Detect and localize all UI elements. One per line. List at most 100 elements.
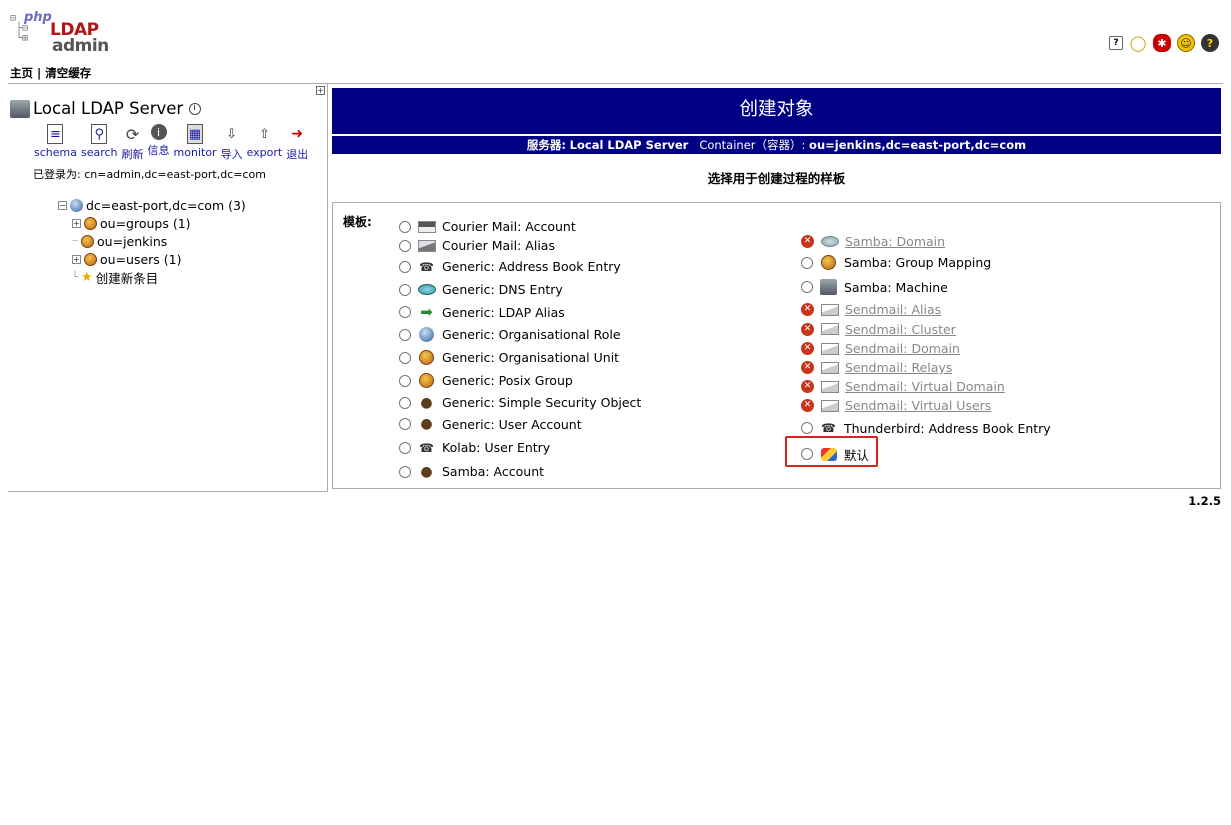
tree-connector: └	[72, 271, 79, 283]
tree-node-label[interactable]: ou=users (1)	[100, 252, 182, 267]
template-label-text[interactable]: Generic: Organisational Unit	[442, 350, 619, 365]
collapse-sidebar-icon[interactable]: +	[316, 86, 325, 95]
expand-node-icon[interactable]: +	[72, 218, 81, 228]
template-radio[interactable]	[399, 306, 411, 318]
template-option-disabled: ✕ Samba: Domain	[801, 231, 1051, 251]
template-radio[interactable]	[399, 260, 411, 273]
template-option[interactable]: Generic: Organisational Role	[399, 323, 641, 346]
template-label-text[interactable]: Generic: Organisational Role	[442, 327, 621, 342]
template-label-text[interactable]: Courier Mail: Account	[442, 219, 576, 234]
org-unit-icon	[84, 252, 97, 266]
template-radio[interactable]	[801, 281, 813, 293]
star-icon: ★	[81, 269, 93, 285]
export-icon: ⇧	[258, 126, 270, 142]
template-option[interactable]: Courier Mail: Alias	[399, 236, 641, 255]
template-label-text[interactable]: Thunderbird: Address Book Entry	[844, 421, 1051, 436]
template-label-text[interactable]: Generic: LDAP Alias	[442, 305, 565, 320]
template-label-text[interactable]: Samba: Machine	[844, 280, 948, 295]
collapse-node-icon[interactable]: −	[58, 200, 67, 210]
template-radio[interactable]	[399, 328, 411, 341]
question-icon[interactable]: ?	[1201, 34, 1219, 52]
template-label-text: Sendmail: Alias	[845, 302, 942, 317]
template-label-text: Sendmail: Virtual Users	[845, 398, 992, 413]
tree-node-create-new[interactable]: └ ★ 创建新条目	[58, 268, 246, 286]
template-label-text[interactable]: Courier Mail: Alias	[442, 238, 555, 253]
tool-import[interactable]: ⇩ 导入	[221, 124, 243, 162]
template-radio[interactable]	[399, 283, 411, 296]
server-sidebar: + Local LDAP Server ≡ schema ⚲ search ⟳ 刷新 …	[8, 84, 328, 492]
mail-icon	[820, 321, 839, 337]
template-radio[interactable]	[399, 418, 411, 430]
template-option[interactable]: ● Generic: Simple Security Object	[399, 392, 641, 413]
template-radio[interactable]	[801, 256, 813, 269]
template-option[interactable]: Generic: Organisational Unit	[399, 346, 641, 369]
tree-node-users[interactable]: + ou=users (1)	[58, 250, 246, 268]
template-option[interactable]: Samba: Group Mapping	[801, 251, 1051, 274]
help-icon[interactable]: ?	[1109, 36, 1123, 50]
error-icon: ✕	[801, 322, 814, 336]
template-radio[interactable]	[399, 374, 411, 387]
template-option[interactable]: Samba: Machine	[801, 274, 1051, 300]
org-unit-icon	[84, 216, 97, 230]
tree-node-label[interactable]: ou=jenkins	[97, 234, 167, 249]
smiley-icon[interactable]: ☺	[1177, 34, 1195, 52]
template-label-text[interactable]: Generic: User Account	[442, 417, 582, 432]
template-label-text[interactable]: Samba: Account	[442, 464, 544, 479]
tree-node-label[interactable]: 创建新条目	[96, 268, 159, 287]
template-option[interactable]: ☎ Kolab: User Entry	[399, 435, 641, 460]
template-label-text[interactable]: Generic: DNS Entry	[442, 282, 563, 297]
tree-node-jenkins[interactable]: ┈ ou=jenkins	[58, 232, 246, 250]
template-option-disabled: ✕ Sendmail: Domain	[801, 339, 1051, 358]
template-label-text[interactable]: Generic: Address Book Entry	[442, 259, 621, 274]
tool-info[interactable]: i 信息	[148, 124, 170, 162]
tree-root-node[interactable]: − dc=east-port,dc=com (3)	[58, 196, 246, 214]
tool-label: 退出	[286, 148, 309, 161]
logged-in-as: 已登录为: cn=admin,dc=east-port,dc=com	[33, 168, 266, 181]
template-option[interactable]: Generic: DNS Entry	[399, 278, 641, 301]
tool-export[interactable]: ⇧ export	[247, 124, 283, 162]
home-link[interactable]: 主页	[10, 66, 33, 80]
template-label-text[interactable]: Kolab: User Entry	[442, 440, 550, 455]
template-option[interactable]: Generic: Posix Group	[399, 369, 641, 392]
template-label-text[interactable]: Samba: Group Mapping	[844, 255, 991, 270]
template-option[interactable]: Courier Mail: Account	[399, 217, 641, 236]
tool-refresh[interactable]: ⟳ 刷新	[122, 124, 144, 162]
user-icon: ●	[420, 394, 433, 411]
template-radio[interactable]	[399, 465, 411, 478]
template-radio[interactable]	[399, 239, 411, 252]
template-radio[interactable]	[399, 396, 411, 409]
template-label-text[interactable]: Generic: Posix Group	[442, 373, 573, 388]
lightbulb-icon[interactable]: ◯	[1129, 34, 1147, 52]
template-radio[interactable]	[399, 441, 411, 454]
expand-node-icon[interactable]: +	[72, 254, 81, 264]
template-option[interactable]: ➡ Generic: LDAP Alias	[399, 301, 641, 323]
tool-label: 导入	[220, 148, 243, 161]
template-option[interactable]: ● Samba: Account	[399, 460, 641, 483]
template-radio[interactable]	[801, 422, 813, 434]
group-mapping-icon	[819, 255, 838, 271]
courier-alias-icon	[417, 238, 436, 254]
template-option-disabled: ✕ Sendmail: Virtual Users	[801, 396, 1051, 415]
template-radio[interactable]	[399, 351, 411, 364]
server-name: Local LDAP Server	[33, 99, 184, 118]
logo-admin: admin	[52, 36, 109, 56]
template-option[interactable]: ☎ Generic: Address Book Entry	[399, 255, 641, 278]
server-container-bar: 服务器: Local LDAP Server Container（容器）: ou…	[332, 136, 1221, 154]
template-label-text[interactable]: Generic: Simple Security Object	[442, 395, 641, 410]
clear-cache-link[interactable]: 清空缓存	[45, 66, 91, 80]
tool-monitor[interactable]: ▦ monitor	[174, 124, 217, 162]
tree-node-label[interactable]: ou=groups (1)	[100, 216, 191, 231]
courier-account-icon	[417, 219, 436, 235]
tool-schema[interactable]: ≡ schema	[34, 124, 77, 162]
kolab-icon: ☎	[419, 440, 434, 455]
tree-node-groups[interactable]: + ou=groups (1)	[58, 214, 246, 232]
template-radio[interactable]	[399, 220, 411, 233]
bug-icon[interactable]: ✱	[1153, 34, 1171, 52]
tool-search[interactable]: ⚲ search	[81, 124, 118, 162]
template-option[interactable]: ● Generic: User Account	[399, 413, 641, 435]
monitor-icon: ▦	[187, 124, 204, 144]
clock-icon[interactable]	[189, 102, 202, 115]
tool-logout[interactable]: ➜ 退出	[286, 124, 308, 162]
template-option-disabled: ✕ Sendmail: Alias	[801, 300, 1051, 319]
tree-node-label[interactable]: dc=east-port,dc=com (3)	[86, 198, 246, 213]
